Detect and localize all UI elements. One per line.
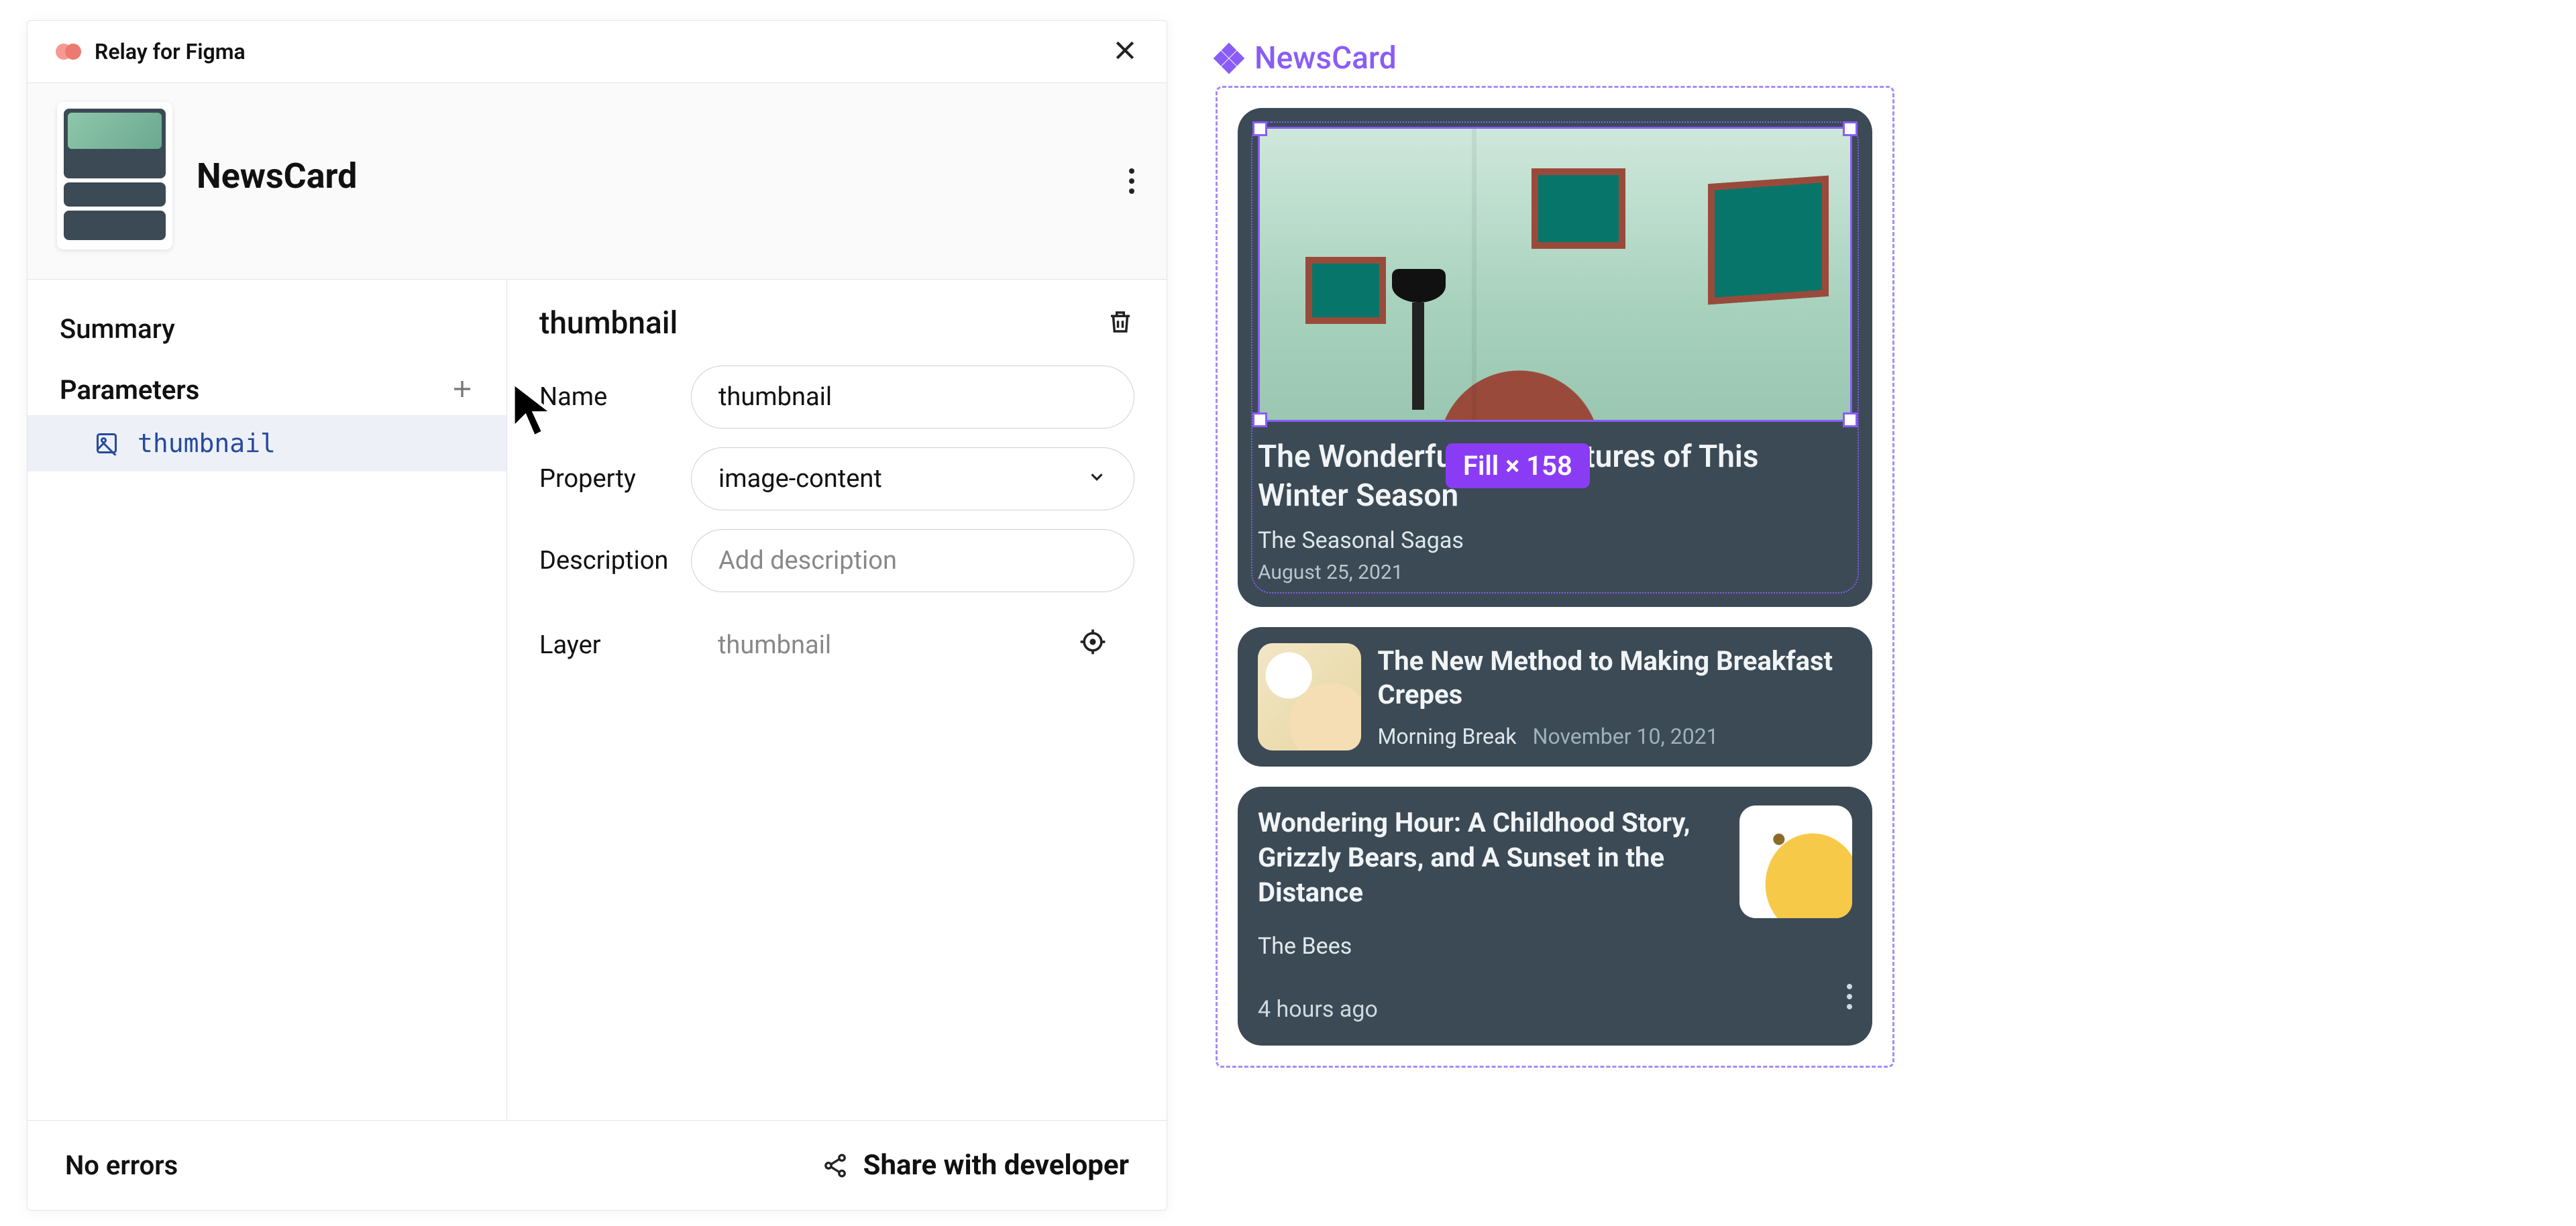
chevron-down-icon (1087, 464, 1107, 494)
sidebar-parameters-row: Parameters (28, 365, 506, 415)
big-card[interactable]: Wondering Hour: A Childhood Story, Grizz… (1238, 787, 1872, 1046)
layer-value: thumbnail (718, 630, 831, 660)
component-diamond-icon (1216, 45, 1242, 72)
sidebar-summary[interactable]: Summary (28, 305, 506, 365)
description-input[interactable]: Add description (691, 529, 1134, 592)
plugin-header: Relay for Figma (28, 21, 1167, 82)
relay-plugin-panel: Relay for Figma NewsCard Summary Paramet… (27, 20, 1167, 1211)
share-label: Share with developer (863, 1149, 1129, 1182)
parameter-item-label: thumbnail (138, 429, 276, 458)
card-more-icon[interactable] (1847, 984, 1852, 1009)
component-thumbnail-icon (57, 102, 172, 249)
frame-label[interactable]: NewsCard (1254, 40, 1397, 76)
cursor-icon (508, 380, 557, 442)
close-icon[interactable] (1112, 37, 1138, 66)
row-date: November 10, 2021 (1533, 724, 1719, 749)
name-label: Name (539, 382, 674, 412)
name-input[interactable]: thumbnail (691, 366, 1134, 429)
big-thumbnail (1739, 805, 1852, 918)
more-menu-icon[interactable] (1129, 168, 1134, 194)
component-header: NewsCard (28, 82, 1167, 280)
hero-thumbnail[interactable] (1258, 127, 1852, 422)
details-panel: thumbnail Name thumbnail Property image-… (507, 280, 1167, 1120)
image-icon (95, 431, 119, 455)
big-time-ago: 4 hours ago (1258, 996, 1378, 1023)
plugin-footer: No errors Share with developer (28, 1120, 1167, 1210)
row-thumbnail (1258, 643, 1361, 750)
description-label: Description (539, 546, 674, 575)
component-name: NewsCard (197, 156, 357, 197)
parameter-item-thumbnail[interactable]: thumbnail (28, 415, 506, 471)
target-layer-icon[interactable] (1078, 627, 1108, 663)
status-text: No errors (65, 1150, 178, 1181)
hero-card[interactable]: Fill × 158 The Wonderful Architectures o… (1238, 108, 1872, 607)
layer-label: Layer (539, 630, 674, 660)
property-label: Property (539, 464, 674, 494)
hero-source: The Seasonal Sagas (1258, 527, 1852, 554)
plugin-title: Relay for Figma (95, 39, 246, 64)
share-button[interactable]: Share with developer (822, 1149, 1129, 1182)
row-title: The New Method to Making Breakfast Crepe… (1377, 645, 1852, 712)
delete-icon[interactable] (1106, 308, 1134, 339)
hero-date: August 25, 2021 (1258, 561, 1852, 584)
newscard-frame[interactable]: Fill × 158 The Wonderful Architectures o… (1216, 86, 1894, 1068)
row-card[interactable]: The New Method to Making Breakfast Crepe… (1238, 627, 1872, 767)
row-source: Morning Break (1377, 724, 1516, 749)
relay-logo-icon (56, 42, 84, 61)
size-badge: Fill × 158 (1446, 443, 1590, 488)
add-parameter-icon[interactable] (450, 377, 474, 404)
details-heading: thumbnail (539, 305, 678, 341)
name-value: thumbnail (718, 382, 832, 412)
sidebar-parameters-label: Parameters (60, 374, 199, 406)
big-title: Wondering Hour: A Childhood Story, Grizz… (1258, 805, 1723, 910)
sidebar: Summary Parameters thumbnail (28, 280, 507, 1120)
layer-display: thumbnail (691, 611, 1134, 679)
property-select[interactable]: image-content (691, 447, 1134, 510)
big-source: The Bees (1258, 933, 1852, 960)
description-placeholder: Add description (718, 546, 897, 575)
property-value: image-content (718, 464, 882, 494)
figma-canvas: NewsCard Fill × 158 The Wonderful Archit… (1216, 40, 1894, 1226)
